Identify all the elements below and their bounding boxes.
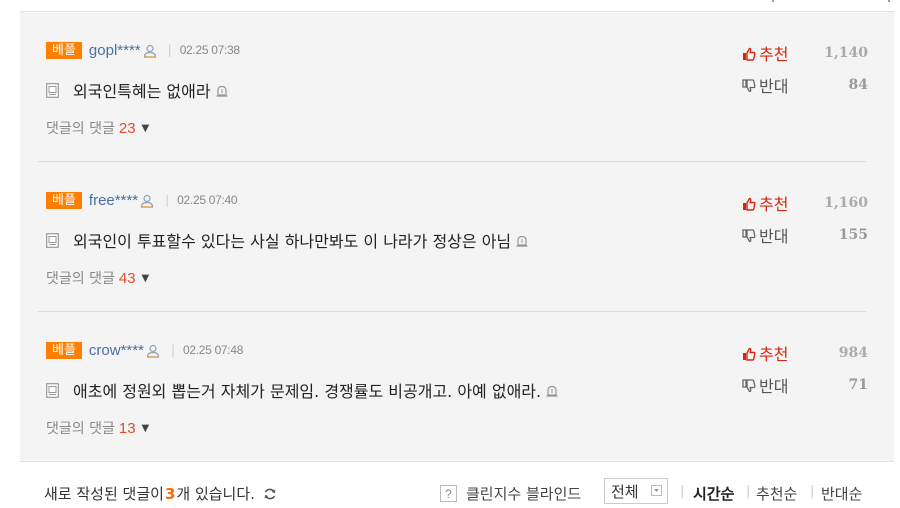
blind-filter-value: 전체 <box>611 482 639 501</box>
comment-body: 외국인이 투표할수 있다는 사실 하나만봐도 이 나라가 정상은 아님 <box>46 228 529 252</box>
report-bell-icon[interactable] <box>545 383 559 397</box>
sort-separator: | <box>746 484 751 499</box>
downvote-label: 반대 <box>759 377 789 396</box>
replies-toggle[interactable]: 댓글의 댓글 13 ▼ <box>46 418 149 438</box>
comment-text: 외국인특혜는 없애라 <box>73 82 211 101</box>
downvote-label: 반대 <box>759 227 789 246</box>
chevron-down-icon <box>651 485 662 496</box>
downvote-button[interactable]: 반대 71 <box>742 374 868 396</box>
comment-meta: 베플 gopl**** | 02.25 07:38 <box>46 40 240 60</box>
sort-separator: | <box>680 484 685 499</box>
document-icon <box>46 82 59 98</box>
new-comments-notice[interactable]: 새로 작성된 댓글이 3 개 있습니다. <box>44 483 277 504</box>
user-icon[interactable] <box>143 43 157 58</box>
thumbs-down-icon <box>742 228 756 243</box>
comment-meta: 베플 free**** | 02.25 07:40 <box>46 190 238 210</box>
comment-item: 베플 free**** | 02.25 07:40 외국인이 투표할수 있다는 … <box>20 162 894 312</box>
replies-toggle[interactable]: 댓글의 댓글 23 ▼ <box>46 118 149 138</box>
comment-body: 외국인특혜는 없애라 <box>46 78 229 102</box>
downvote-count: 155 <box>838 227 868 243</box>
upvote-count: 1,160 <box>824 195 868 211</box>
replies-count: 23 <box>118 119 136 137</box>
sort-separator: | <box>810 484 815 499</box>
sort-by-time[interactable]: 시간순 <box>693 483 734 504</box>
replies-label: 댓글의 댓글 <box>46 421 115 437</box>
meta-separator: | <box>170 343 175 357</box>
comment-meta: 베플 crow**** | 02.25 07:48 <box>46 340 243 360</box>
upvote-button[interactable]: 추천 984 <box>742 342 868 364</box>
caret-down-icon: ▼ <box>141 422 150 434</box>
nickname[interactable]: free**** <box>89 192 138 209</box>
downvote-button[interactable]: 반대 155 <box>742 224 868 246</box>
report-bell-icon[interactable] <box>515 233 529 247</box>
user-icon[interactable] <box>146 343 160 358</box>
upvote-label: 추천 <box>759 195 789 214</box>
replies-label: 댓글의 댓글 <box>46 271 115 287</box>
caret-down-icon: ▼ <box>141 272 150 284</box>
downvote-button[interactable]: 반대 84 <box>742 74 868 96</box>
document-icon <box>46 232 59 248</box>
upvote-count: 984 <box>838 345 868 361</box>
comment-date: 02.25 07:38 <box>179 43 240 57</box>
comment-date: 02.25 07:48 <box>183 343 244 357</box>
thumbs-down-icon <box>742 378 756 393</box>
comment-text: 애초에 정원외 뽑는거 자체가 문제임. 경쟁률도 비공개고. 아예 없애라. <box>73 382 542 401</box>
top-edge-marks <box>740 0 900 4</box>
replies-label: 댓글의 댓글 <box>46 121 115 137</box>
replies-count: 13 <box>118 419 136 437</box>
downvote-count: 71 <box>848 377 868 393</box>
new-comments-prefix: 새로 작성된 댓글이 <box>44 485 164 503</box>
thumbs-down-icon <box>742 78 756 93</box>
upvote-button[interactable]: 추천 1,160 <box>742 192 868 214</box>
replies-toggle[interactable]: 댓글의 댓글 43 ▼ <box>46 268 149 288</box>
new-comments-suffix: 개 있습니다. <box>176 485 255 503</box>
best-badge: 베플 <box>46 41 82 59</box>
downvote-label: 반대 <box>759 77 789 96</box>
caret-down-icon: ▼ <box>141 122 150 134</box>
thumbs-up-icon <box>742 346 756 361</box>
comment-body: 애초에 정원외 뽑는거 자체가 문제임. 경쟁률도 비공개고. 아예 없애라. <box>46 378 559 402</box>
meta-separator: | <box>167 43 172 57</box>
help-icon[interactable]: ? <box>440 485 457 502</box>
best-badge: 베플 <box>46 191 82 209</box>
upvote-count: 1,140 <box>824 45 868 61</box>
document-icon <box>46 382 59 398</box>
new-comments-count: 3 <box>164 484 176 503</box>
sort-by-recommend[interactable]: 추천순 <box>756 483 797 504</box>
meta-separator: | <box>165 193 170 207</box>
report-bell-icon[interactable] <box>215 83 229 97</box>
best-comments-list: 베플 gopl**** | 02.25 07:38 외국인특혜는 없애라 댓글의… <box>20 11 894 462</box>
comment-text: 외국인이 투표할수 있다는 사실 하나만봐도 이 나라가 정상은 아님 <box>73 232 512 251</box>
comment-item: 베플 gopl**** | 02.25 07:38 외국인특혜는 없애라 댓글의… <box>20 12 894 162</box>
clean-blind-label: 클린지수 블라인드 <box>466 485 582 503</box>
sort-by-oppose[interactable]: 반대순 <box>821 483 862 504</box>
thumbs-up-icon <box>742 196 756 211</box>
blind-filter-select[interactable]: 전체 <box>604 478 668 504</box>
upvote-label: 추천 <box>759 45 789 64</box>
downvote-count: 84 <box>848 77 868 93</box>
replies-count: 43 <box>118 269 136 287</box>
comment-item: 베플 crow**** | 02.25 07:48 애초에 정원외 뽑는거 자체… <box>20 312 894 462</box>
comment-footer: 새로 작성된 댓글이 3 개 있습니다. ? 클린지수 블라인드 전체 | 시간… <box>0 470 900 508</box>
best-badge: 베플 <box>46 341 82 359</box>
comment-date: 02.25 07:40 <box>177 193 238 207</box>
refresh-icon[interactable] <box>263 487 277 501</box>
upvote-label: 추천 <box>759 345 789 364</box>
thumbs-up-icon <box>742 46 756 61</box>
nickname[interactable]: gopl**** <box>89 42 141 59</box>
upvote-button[interactable]: 추천 1,140 <box>742 42 868 64</box>
nickname[interactable]: crow**** <box>89 342 144 359</box>
user-icon[interactable] <box>140 193 154 208</box>
